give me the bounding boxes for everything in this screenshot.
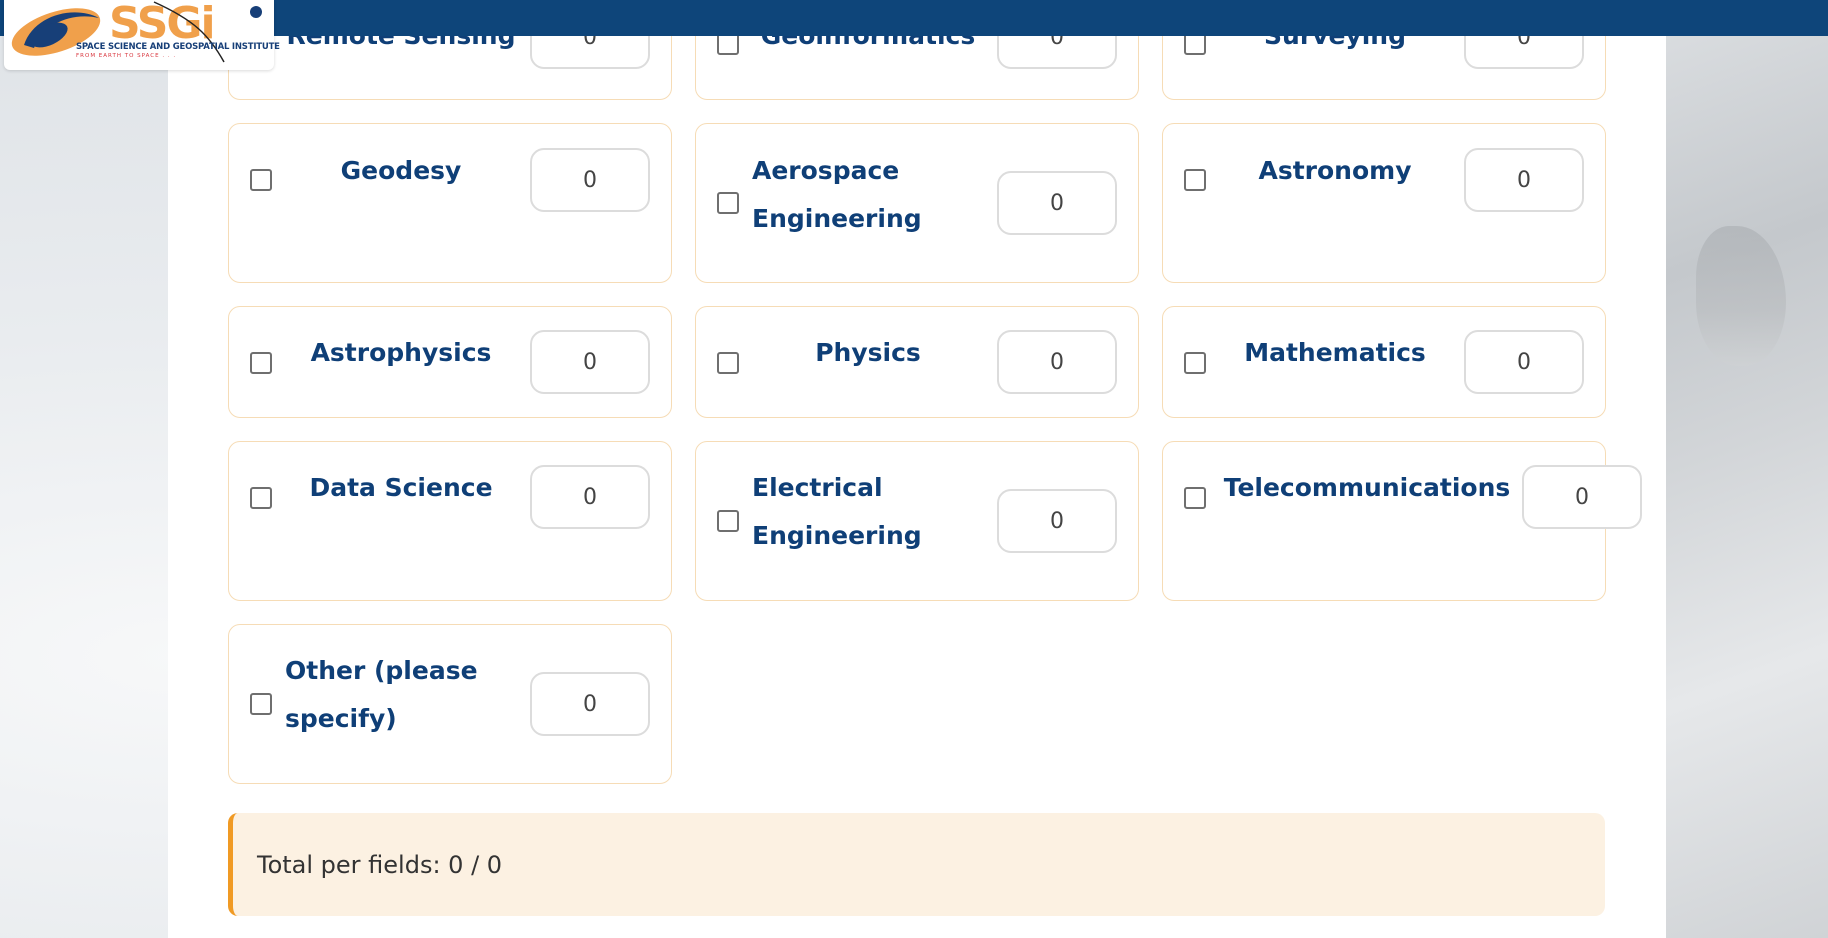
- field-card-data-science: Data Science: [228, 441, 672, 601]
- field-count-input[interactable]: [1464, 330, 1584, 394]
- field-label: Physics: [815, 338, 921, 367]
- field-count-input[interactable]: [997, 489, 1117, 553]
- total-summary: Total per fields: 0 / 0: [228, 813, 1605, 916]
- field-count-input[interactable]: [1464, 148, 1584, 212]
- field-label: Electrical Engineering: [752, 473, 922, 550]
- field-card-mathematics: Mathematics: [1162, 306, 1606, 418]
- field-checkbox[interactable]: [1184, 169, 1206, 191]
- field-checkbox[interactable]: [250, 352, 272, 374]
- satellite-dish-image: [1696, 226, 1786, 366]
- field-checkbox[interactable]: [250, 693, 272, 715]
- field-card-telecommunications: Telecommunications: [1162, 441, 1642, 601]
- field-label: Other (please specify): [285, 656, 478, 733]
- background-image: [1666, 36, 1828, 938]
- field-card-physics: Physics: [695, 306, 1139, 418]
- field-card-other: Other (please specify): [228, 624, 672, 784]
- ssgi-logo[interactable]: SSGi SPACE SCIENCE AND GEOSPATIAL INSTIT…: [4, 0, 280, 70]
- total-text: Total per fields: 0 / 0: [257, 851, 503, 879]
- field-count-input[interactable]: [1522, 465, 1642, 529]
- field-label: Telecommunications: [1223, 473, 1511, 502]
- field-checkbox[interactable]: [717, 192, 739, 214]
- ssgi-logo-mark: SSGi: [11, 0, 262, 63]
- field-checkbox[interactable]: [1184, 352, 1206, 374]
- field-card-geodesy: Geodesy: [228, 123, 672, 283]
- field-card-astrophysics: Astrophysics: [228, 306, 672, 418]
- field-count-input[interactable]: [530, 148, 650, 212]
- field-count-input[interactable]: [530, 465, 650, 529]
- field-checkbox[interactable]: [717, 352, 739, 374]
- field-card-astronomy: Astronomy: [1162, 123, 1606, 283]
- form-panel: Remote Sensing Geoinformatics Surveying …: [168, 0, 1666, 938]
- field-checkbox[interactable]: [717, 510, 739, 532]
- field-label: Mathematics: [1244, 338, 1426, 367]
- field-checkbox[interactable]: [1184, 487, 1206, 509]
- field-card-aerospace-engineering: Aerospace Engineering: [695, 123, 1139, 283]
- field-count-input[interactable]: [530, 330, 650, 394]
- logo-tagline: FROM EARTH TO SPACE . . .: [76, 53, 177, 59]
- field-checkbox[interactable]: [1184, 33, 1206, 55]
- field-label: Astronomy: [1258, 156, 1412, 185]
- field-count-input[interactable]: [530, 672, 650, 736]
- field-label: Aerospace Engineering: [752, 156, 922, 233]
- field-count-input[interactable]: [997, 171, 1117, 235]
- field-label: Geodesy: [340, 156, 462, 185]
- field-count-input[interactable]: [997, 330, 1117, 394]
- field-checkbox[interactable]: [717, 33, 739, 55]
- top-navigation-bar: [0, 0, 1828, 36]
- field-card-electrical-engineering: Electrical Engineering: [695, 441, 1139, 601]
- field-checkbox[interactable]: [250, 487, 272, 509]
- field-checkbox[interactable]: [250, 169, 272, 191]
- logo-subtitle: SPACE SCIENCE AND GEOSPATIAL INSTITUTE: [76, 42, 280, 52]
- field-label: Data Science: [309, 473, 493, 502]
- field-label: Astrophysics: [310, 338, 492, 367]
